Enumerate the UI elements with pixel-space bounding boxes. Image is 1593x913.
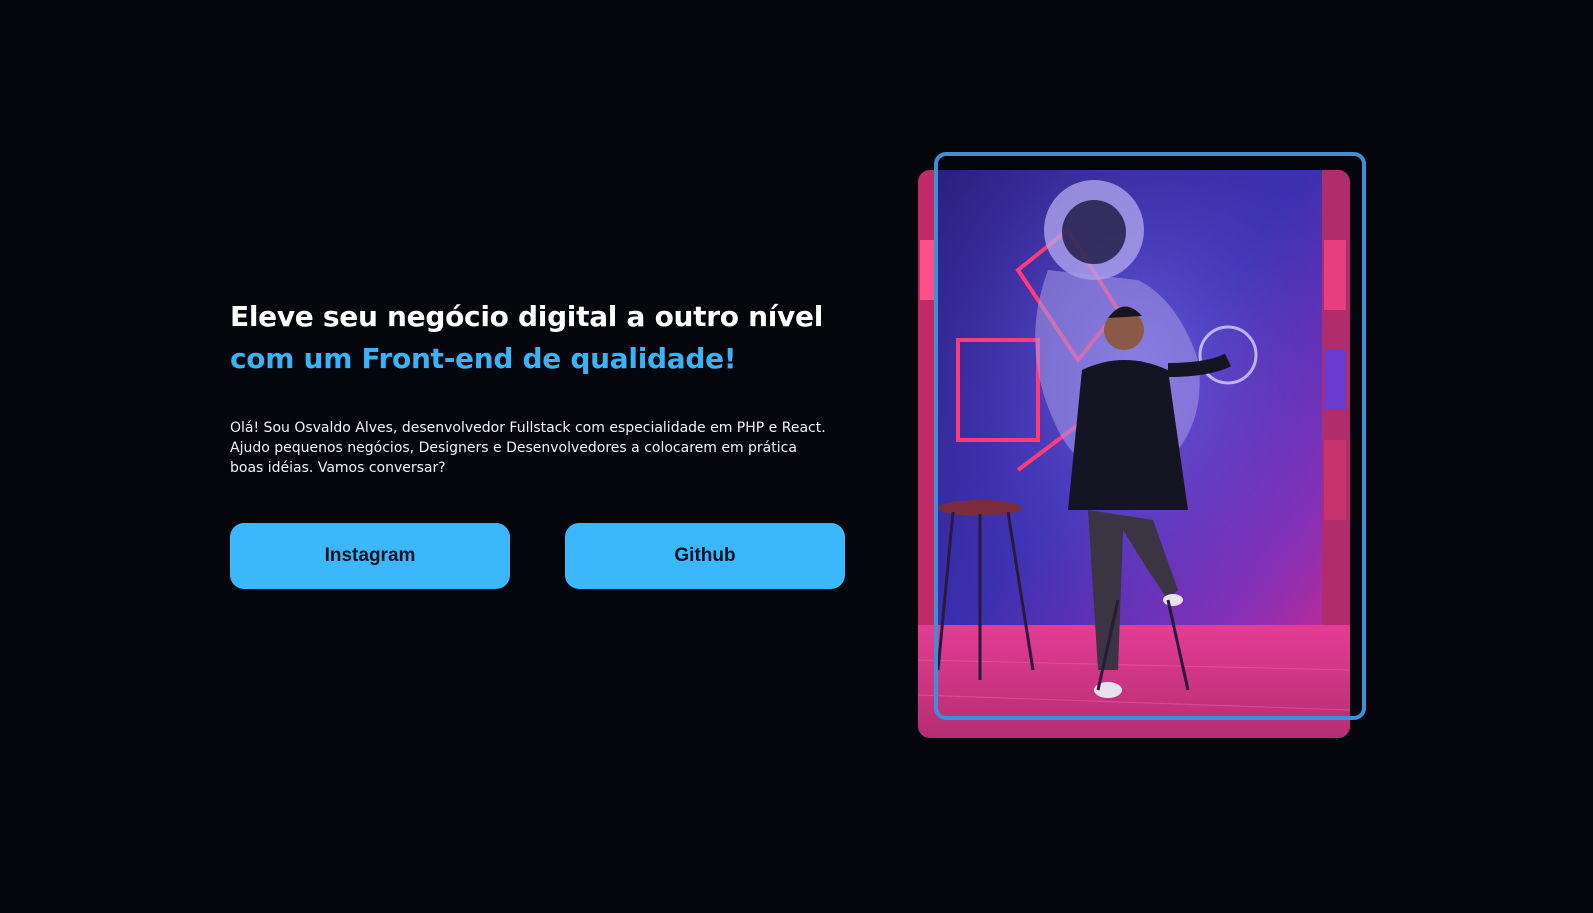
github-button[interactable]: Github bbox=[565, 523, 845, 589]
headline-white: Eleve seu negócio digital a outro nível bbox=[230, 300, 823, 333]
profile-photo bbox=[918, 170, 1350, 738]
intro-paragraph: Olá! Sou Osvaldo Alves, desenvolvedor Fu… bbox=[230, 420, 826, 476]
hero-text: Eleve seu negócio digital a outro nível … bbox=[230, 296, 850, 478]
headline-accent: com um Front-end de qualidade! bbox=[230, 342, 737, 375]
cta-buttons: Instagram Github bbox=[230, 523, 845, 589]
instagram-button[interactable]: Instagram bbox=[230, 523, 510, 589]
page-title: Eleve seu negócio digital a outro nível … bbox=[230, 296, 850, 380]
profile-photo-block bbox=[918, 152, 1370, 738]
